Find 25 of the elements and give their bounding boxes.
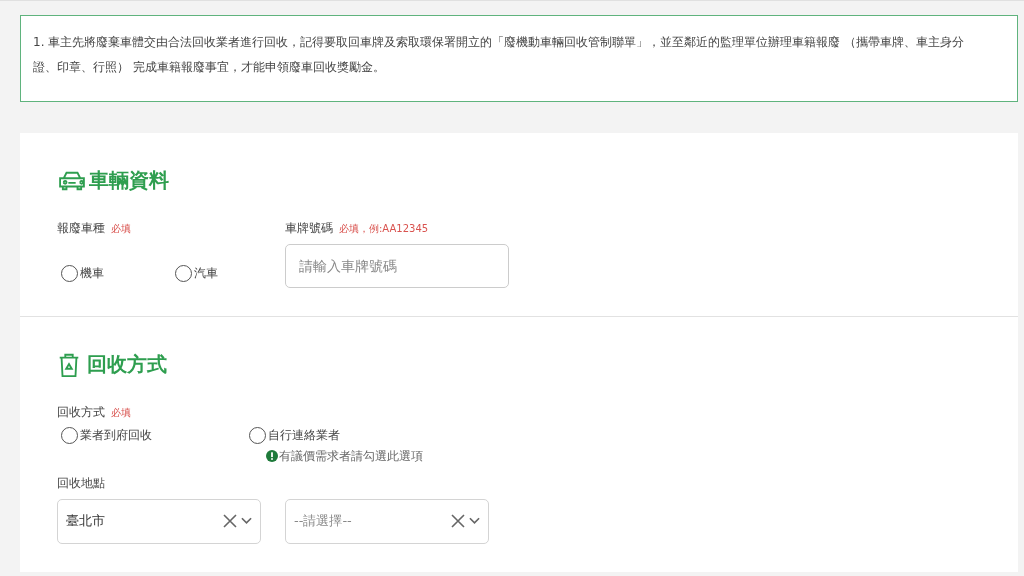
required-note: 必填，例:AA12345 — [339, 222, 429, 236]
radio-option[interactable]: 汽車 — [171, 263, 285, 283]
hint-text: 有議價需求者請勾選此選項 — [279, 447, 423, 465]
plate-input-field[interactable]: 請輸入車牌號碼 — [285, 244, 509, 288]
radio-option[interactable]: 業者到府回收 — [57, 425, 152, 445]
required-note: 必填 — [111, 406, 131, 420]
clear-icon[interactable] — [451, 514, 465, 528]
car-icon — [57, 169, 87, 192]
dropdown[interactable]: --請選擇-- — [285, 498, 489, 544]
required-note: 必填 — [111, 222, 131, 236]
field-label: 回收方式 — [57, 404, 105, 421]
field-label: 回收地點 — [57, 474, 105, 492]
dropdown[interactable]: 臺北市 — [57, 498, 261, 544]
chevron-down-icon[interactable] — [469, 517, 480, 525]
clear-icon[interactable] — [223, 514, 237, 528]
recycle-bin-icon — [57, 351, 81, 378]
section-title: 回收方式 — [87, 351, 167, 378]
field-label: 報廢車種 — [57, 220, 105, 237]
field-label: 車牌號碼 — [285, 220, 333, 237]
radio-option[interactable]: 機車 — [57, 263, 171, 283]
exclamation-icon — [266, 450, 278, 462]
radio-option[interactable]: 自行連絡業者 — [245, 425, 340, 445]
section-title: 車輛資料 — [89, 167, 169, 194]
chevron-down-icon[interactable] — [241, 517, 252, 525]
notice-text: 1. 車主先將廢棄車體交由合法回收業者進行回收，記得要取回車牌及索取環保署開立的「廢機動車輛回收管制聯單」，並至鄰近的監理單位辦理車籍報廢 （攜帶車牌、車主身分證、印章、行照） 完成車籍報廢事宜，才能申領廢車回收獎勵金。 — [33, 34, 966, 76]
